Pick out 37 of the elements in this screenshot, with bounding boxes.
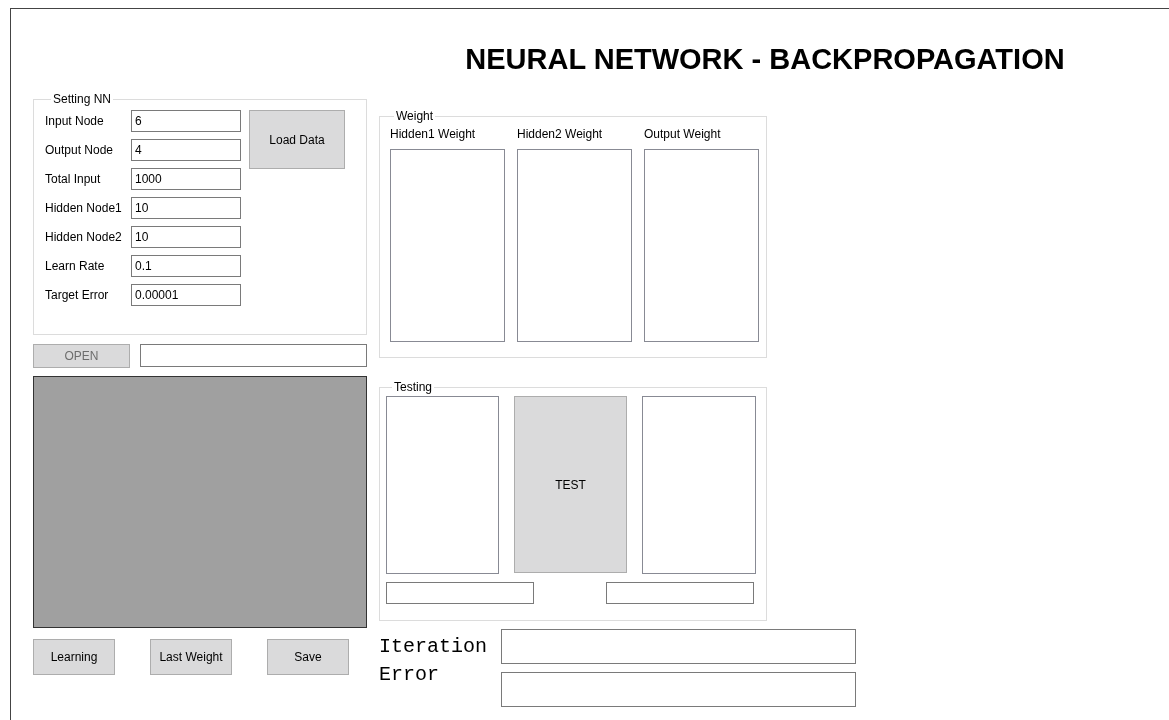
- result-field[interactable]: [386, 582, 534, 604]
- weight-list[interactable]: [644, 149, 759, 342]
- input-field[interactable]: 6: [131, 110, 241, 132]
- group-legend: Weight: [394, 109, 436, 123]
- field-label: Target Error: [45, 288, 110, 302]
- weight-list[interactable]: [390, 149, 505, 342]
- input-field[interactable]: 1000: [131, 168, 241, 190]
- group-legend: Testing: [392, 380, 435, 394]
- input-field[interactable]: 0.1: [131, 255, 241, 277]
- group-legend: Setting NN: [51, 92, 114, 106]
- weight-list[interactable]: [517, 149, 632, 342]
- result-label: Iteration: [379, 634, 488, 660]
- column-label: Hidden1 Weight: [390, 127, 477, 141]
- input-field[interactable]: 0.00001: [131, 284, 241, 306]
- action-button[interactable]: Learning: [33, 639, 115, 675]
- field-label: Learn Rate: [45, 259, 106, 273]
- file-path-field[interactable]: [140, 344, 367, 367]
- input-field[interactable]: 10: [131, 197, 241, 219]
- test-button[interactable]: TEST: [514, 396, 627, 573]
- action-button[interactable]: Last Weight: [150, 639, 232, 675]
- result-label: Error: [379, 662, 440, 688]
- action-button[interactable]: Save: [267, 639, 349, 675]
- input-field[interactable]: 10: [131, 226, 241, 248]
- result-field[interactable]: [501, 672, 857, 707]
- output-list[interactable]: [641, 396, 756, 574]
- field-label: Input Node: [45, 114, 105, 128]
- load-data-button[interactable]: Load Data: [249, 110, 345, 169]
- field-label: Hidden Node2: [45, 230, 123, 244]
- column-label: Output Weight: [644, 127, 722, 141]
- input-list[interactable]: [386, 396, 500, 574]
- input-field[interactable]: 4: [131, 139, 241, 161]
- result-field[interactable]: [501, 629, 857, 664]
- field-label: Hidden Node1: [45, 201, 123, 215]
- column-label: Hidden2 Weight: [517, 127, 604, 141]
- result-field[interactable]: [606, 582, 754, 604]
- field-label: Output Node: [45, 143, 115, 157]
- field-label: Total Input: [45, 172, 102, 186]
